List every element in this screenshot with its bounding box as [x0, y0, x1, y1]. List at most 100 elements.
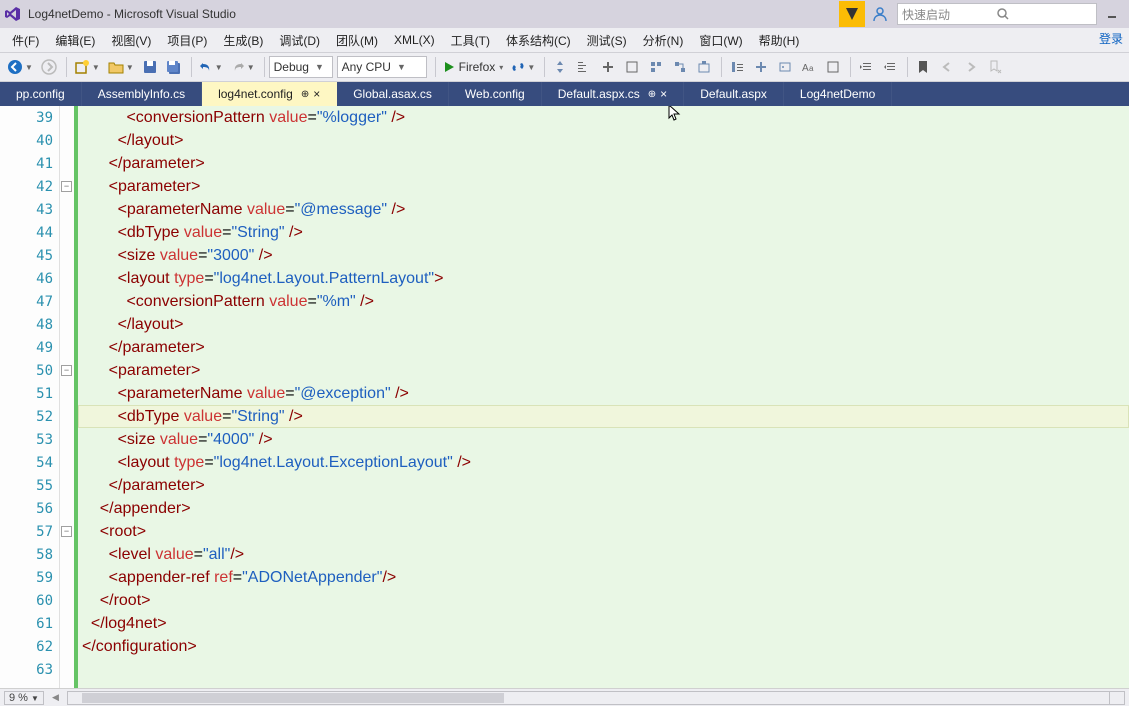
line-number: 49: [0, 336, 59, 359]
code-line[interactable]: <parameterName value="@message" />: [78, 198, 1129, 221]
code-line[interactable]: </configuration>: [78, 635, 1129, 658]
bookmark-button[interactable]: [912, 56, 934, 78]
code-line[interactable]: </layout>: [78, 313, 1129, 336]
code-line[interactable]: <parameter>: [78, 359, 1129, 382]
code-line[interactable]: <dbType value="String" />: [78, 405, 1129, 428]
document-tab[interactable]: pp.config: [0, 82, 82, 106]
pin-icon[interactable]: ⊕: [301, 89, 309, 100]
pin-icon[interactable]: ⊕: [648, 89, 656, 100]
nav-back-button[interactable]: ▼: [4, 56, 36, 78]
code-line[interactable]: <parameterName value="@exception" />: [78, 382, 1129, 405]
document-tab[interactable]: log4net.config⊕×: [202, 82, 337, 106]
code-line[interactable]: <level value="all"/>: [78, 543, 1129, 566]
code-line[interactable]: <appender-ref ref="ADONetAppender"/>: [78, 566, 1129, 589]
save-button[interactable]: [139, 56, 161, 78]
code-line[interactable]: <conversionPattern value="%logger" />: [78, 106, 1129, 129]
code-line[interactable]: <parameter>: [78, 175, 1129, 198]
menu-debug[interactable]: 调试(D): [271, 28, 328, 52]
comment-out-button[interactable]: [597, 56, 619, 78]
indent-button[interactable]: [855, 56, 877, 78]
menu-project[interactable]: 项目(P): [159, 28, 215, 52]
uncomment-button[interactable]: [621, 56, 643, 78]
document-tab[interactable]: Default.aspx: [684, 82, 784, 106]
toolbar-icon-5[interactable]: [645, 56, 667, 78]
scroll-left-icon[interactable]: ◀: [52, 692, 59, 703]
minimize-button[interactable]: [1099, 3, 1125, 25]
code-line[interactable]: </root>: [78, 589, 1129, 612]
menu-xml[interactable]: XML(X): [386, 28, 443, 52]
code-line[interactable]: </parameter>: [78, 474, 1129, 497]
code-line[interactable]: <size value="3000" />: [78, 244, 1129, 267]
toolbar-icon-12[interactable]: [822, 56, 844, 78]
toolbar-icon-1[interactable]: [549, 56, 571, 78]
code-line[interactable]: <size value="4000" />: [78, 428, 1129, 451]
menu-help[interactable]: 帮助(H): [751, 28, 808, 52]
code-line[interactable]: </parameter>: [78, 336, 1129, 359]
code-line[interactable]: <root>: [78, 520, 1129, 543]
toolbar-icon-8[interactable]: [726, 56, 748, 78]
code-line[interactable]: </layout>: [78, 129, 1129, 152]
fold-toggle[interactable]: −: [61, 526, 72, 537]
undo-button[interactable]: ▼: [196, 56, 226, 78]
redo-button[interactable]: ▼: [228, 56, 258, 78]
menu-analyze[interactable]: 分析(N): [635, 28, 692, 52]
close-icon[interactable]: ×: [313, 87, 320, 101]
code-editor[interactable]: 3940414243444546474849505152535455565758…: [0, 106, 1129, 688]
prev-bookmark-button[interactable]: [936, 56, 958, 78]
line-number: 45: [0, 244, 59, 267]
document-tab[interactable]: Web.config: [449, 82, 542, 106]
menu-file[interactable]: 件(F): [4, 28, 47, 52]
fold-toggle[interactable]: −: [61, 365, 72, 376]
fold-toggle[interactable]: −: [61, 181, 72, 192]
platform-dropdown[interactable]: Any CPU▼: [337, 56, 427, 78]
code-line[interactable]: </appender>: [78, 497, 1129, 520]
outdent-button[interactable]: [879, 56, 901, 78]
menu-tools[interactable]: 工具(T): [443, 28, 498, 52]
toolbar-icon-6[interactable]: [669, 56, 691, 78]
open-file-button[interactable]: ▼: [105, 56, 137, 78]
horizontal-scrollbar[interactable]: [67, 691, 1125, 705]
nav-forward-button[interactable]: [38, 56, 60, 78]
close-icon[interactable]: ×: [660, 87, 667, 101]
tab-label: AssemblyInfo.cs: [98, 87, 185, 101]
menu-test[interactable]: 测试(S): [579, 28, 635, 52]
code-line[interactable]: <layout type="log4net.Layout.PatternLayo…: [78, 267, 1129, 290]
account-icon[interactable]: [869, 3, 891, 25]
document-tab[interactable]: AssemblyInfo.cs: [82, 82, 202, 106]
line-number: 51: [0, 382, 59, 405]
sign-in-link[interactable]: 登录: [1099, 30, 1123, 47]
config-dropdown[interactable]: Debug▼: [269, 56, 333, 78]
toolbar-icon-2[interactable]: [573, 56, 595, 78]
menu-edit[interactable]: 编辑(E): [47, 28, 103, 52]
code-line[interactable]: [78, 658, 1129, 681]
menu-architecture[interactable]: 体系结构(C): [498, 28, 579, 52]
document-tab[interactable]: Global.asax.cs: [337, 82, 449, 106]
toolbar-icon-7[interactable]: [693, 56, 715, 78]
notification-button[interactable]: [839, 1, 865, 27]
code-line[interactable]: </log4net>: [78, 612, 1129, 635]
toolbar-icon-10[interactable]: [774, 56, 796, 78]
start-debug-button[interactable]: Firefox▾: [440, 56, 507, 78]
code-line[interactable]: <dbType value="String" />: [78, 221, 1129, 244]
document-tab[interactable]: Default.aspx.cs⊕×: [542, 82, 684, 106]
code-line[interactable]: </parameter>: [78, 152, 1129, 175]
next-bookmark-button[interactable]: [960, 56, 982, 78]
code-line[interactable]: <layout type="log4net.Layout.ExceptionLa…: [78, 451, 1129, 474]
browser-link-button[interactable]: ▼: [508, 56, 538, 78]
zoom-level[interactable]: 9 % ▼: [4, 691, 44, 705]
menu-window[interactable]: 窗口(W): [691, 28, 750, 52]
new-project-button[interactable]: ▼: [71, 56, 103, 78]
toolbar-icon-11[interactable]: Aa: [798, 56, 820, 78]
toolbar-icon-9[interactable]: [750, 56, 772, 78]
menu-team[interactable]: 团队(M): [328, 28, 386, 52]
document-tab[interactable]: Log4netDemo: [784, 82, 892, 106]
code-line[interactable]: <conversionPattern value="%m" />: [78, 290, 1129, 313]
code-area[interactable]: <conversionPattern value="%logger" /> </…: [78, 106, 1129, 688]
quick-launch-input[interactable]: 快速启动: [897, 3, 1097, 25]
save-all-button[interactable]: [163, 56, 185, 78]
menu-build[interactable]: 生成(B): [215, 28, 271, 52]
clear-bookmarks-button[interactable]: [984, 56, 1006, 78]
menu-view[interactable]: 视图(V): [103, 28, 159, 52]
fold-margin[interactable]: − − −: [60, 106, 74, 688]
line-number: 41: [0, 152, 59, 175]
